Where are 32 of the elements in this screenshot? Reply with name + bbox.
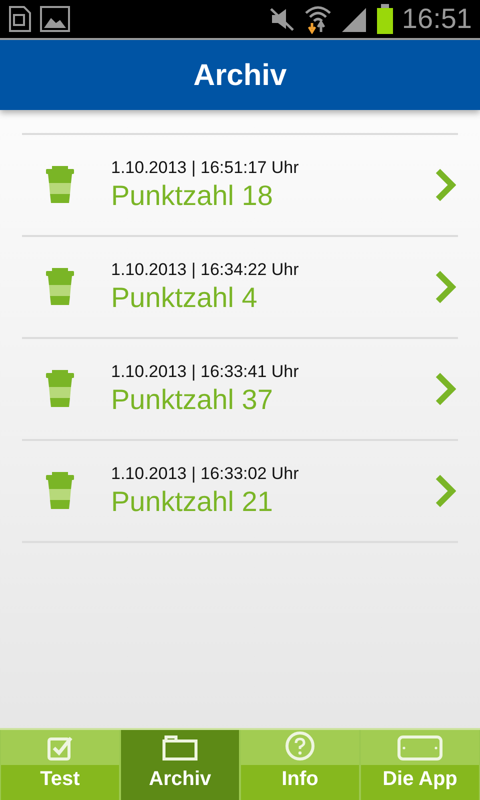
entry-timestamp: 1.10.2013 | 16:33:02 Uhr — [111, 462, 300, 484]
image-icon — [40, 6, 70, 32]
archive-entry[interactable]: 1.10.2013 | 16:33:02 Uhr Punktzahl 21 — [22, 441, 458, 543]
cup-icon — [44, 370, 76, 408]
checkbox-icon — [47, 735, 73, 761]
muted-icon — [268, 6, 296, 32]
chevron-right-icon — [434, 372, 456, 406]
tab[interactable]: Archiv — [120, 730, 240, 800]
cup-icon — [44, 268, 76, 306]
entry-score: Punktzahl 21 — [111, 485, 274, 520]
cup-icon — [44, 472, 76, 510]
entry-timestamp: 1.10.2013 | 16:34:22 Uhr — [111, 258, 300, 280]
folder-icon — [162, 735, 198, 761]
archive-entry[interactable]: 1.10.2013 | 16:33:41 Uhr Punktzahl 37 — [22, 339, 458, 441]
help-icon — [285, 731, 315, 761]
battery-icon — [376, 4, 394, 34]
chevron-right-icon — [434, 474, 456, 508]
entry-timestamp: 1.10.2013 | 16:33:41 Uhr — [111, 360, 300, 382]
tablet-icon — [397, 735, 443, 761]
entry-timestamp: 1.10.2013 | 16:51:17 Uhr — [111, 156, 300, 178]
entry-score: Punktzahl 37 — [111, 383, 274, 418]
entry-score: Punktzahl 4 — [111, 281, 258, 316]
chevron-right-icon — [434, 168, 456, 202]
chevron-right-icon — [434, 270, 456, 304]
status-time: 16:51 — [402, 5, 472, 33]
sim-card-icon — [8, 5, 32, 33]
entry-score: Punktzahl 18 — [111, 179, 274, 214]
archive-entry[interactable]: 1.10.2013 | 16:51:17 Uhr Punktzahl 18 — [22, 135, 458, 237]
header-title: Archiv — [193, 58, 287, 94]
cup-icon — [44, 166, 76, 204]
wifi-icon — [304, 4, 332, 34]
archive-entry[interactable]: 1.10.2013 | 16:34:22 Uhr Punktzahl 4 — [22, 237, 458, 339]
